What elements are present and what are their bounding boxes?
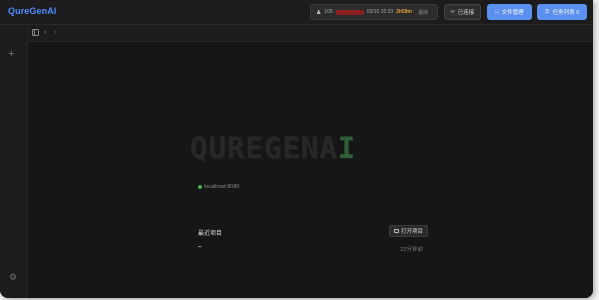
redacted-username — [335, 9, 364, 15]
recent-projects-title: 最近项目 — [198, 231, 223, 237]
toggle-panel-icon[interactable] — [32, 29, 39, 36]
welcome-panel — [28, 42, 593, 298]
folder-icon: □ — [495, 9, 499, 15]
task-list-button[interactable]: ☰ 任务列表 0 — [537, 4, 587, 20]
add-icon[interactable]: + — [8, 49, 14, 60]
open-project-label: 打开项目 — [400, 229, 423, 235]
recent-project-time: 22分钟前 — [400, 247, 423, 253]
list-icon: ☰ — [544, 9, 550, 15]
folder-open-icon — [393, 229, 399, 233]
app-window: QureGenAI ♟ 105 03/10 15:23 2h59m 退出 ∞ 已… — [0, 0, 593, 298]
task-list-label: 任务列表 0 — [552, 10, 580, 16]
logout-link[interactable]: 退出 — [418, 9, 428, 16]
logo-accent-text: I — [337, 131, 357, 165]
recent-project-name: ~ — [198, 245, 202, 251]
qure-genai-logo: QUREGENAI — [190, 134, 356, 163]
file-manager-label: 文件管理 — [501, 10, 524, 16]
user-id: 105 — [324, 9, 333, 15]
editor-toolbar: ‹ › — [28, 25, 593, 42]
session-datetime: 03/10 15:23 — [366, 9, 394, 15]
connection-status-button[interactable]: ∞ 已连接 — [444, 4, 481, 20]
file-manager-button[interactable]: □ 文件管理 — [487, 4, 532, 20]
top-bar: QureGenAI ♟ 105 03/10 15:23 2h59m 退出 ∞ 已… — [0, 0, 593, 25]
open-project-button[interactable]: 打开项目 — [389, 225, 428, 237]
connection-status-label: 已连接 — [457, 10, 475, 16]
status-dot-icon — [198, 185, 202, 189]
logo-main-text: QUREGENA — [190, 131, 338, 165]
left-sidebar: + ⚙ — [0, 25, 28, 298]
session-timer: 2h59m — [396, 9, 412, 15]
recent-project-item[interactable]: ~ 22分钟前 — [198, 244, 428, 254]
link-icon: ∞ — [450, 9, 455, 15]
forward-arrow-icon[interactable]: › — [54, 27, 57, 36]
user-info: ♟ 105 03/10 15:23 2h59m 退出 — [310, 4, 438, 20]
server-status: localhost:8080 — [198, 184, 239, 190]
settings-icon[interactable]: ⚙ — [9, 273, 17, 282]
app-title: QureGenAI — [8, 6, 57, 16]
server-address: localhost:8080 — [204, 184, 240, 190]
back-arrow-icon[interactable]: ‹ — [44, 27, 47, 36]
user-icon: ♟ — [316, 9, 322, 16]
